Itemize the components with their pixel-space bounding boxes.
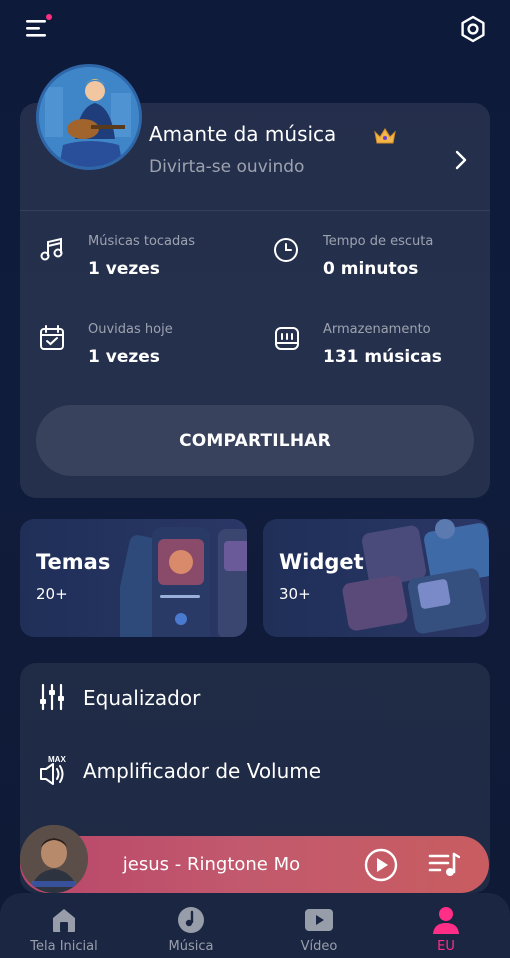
nav-label: EU (437, 939, 455, 954)
promo-count: 30+ (279, 585, 311, 603)
widget-card[interactable]: Widget 30+ (263, 519, 489, 637)
stat-value: 131 músicas (323, 347, 442, 367)
volume-amplifier-row[interactable]: MAX Amplificador de Volume (20, 751, 490, 791)
stat-label: Ouvidas hoje (88, 322, 173, 337)
equalizer-icon (40, 683, 64, 711)
track-title: e jesus - Ringtone Mo (118, 854, 301, 875)
stat-songs-played: Músicas tocadas 1 vezes (38, 234, 248, 284)
music-note-icon (40, 237, 63, 261)
promo-title: Widget (279, 550, 364, 574)
play-icon[interactable] (364, 848, 398, 882)
themes-card[interactable]: Temas 20+ (20, 519, 247, 637)
promo-title: Temas (36, 550, 111, 574)
volume-amplifier-label: Amplificador de Volume (83, 759, 322, 783)
stat-value: 0 minutos (323, 259, 419, 279)
storage-icon (275, 327, 299, 350)
top-bar (0, 0, 510, 60)
notification-dot (46, 14, 52, 20)
stat-value: 1 vezes (88, 259, 160, 279)
person-icon (433, 907, 459, 934)
disc-icon (178, 907, 204, 933)
widget-preview-image (342, 519, 489, 634)
stat-label: Músicas tocadas (88, 234, 196, 249)
equalizer-row[interactable]: Equalizador (20, 678, 490, 718)
bottom-navigation: Tela Inicial Música Vídeo EU (0, 893, 510, 958)
themes-preview-image (120, 527, 247, 637)
stat-value: 1 vezes (88, 347, 160, 367)
crown-icon (374, 128, 396, 144)
stat-label: Tempo de escuta (323, 234, 434, 249)
mini-player[interactable]: e jesus - Ringtone Mo (20, 825, 489, 893)
clock-icon (274, 238, 298, 262)
profile-name: Amante da música (149, 122, 337, 146)
track-title-marquee: e jesus - Ringtone Mo (118, 836, 338, 893)
settings-hexagon-icon (461, 15, 485, 43)
settings-button[interactable] (458, 14, 488, 44)
nav-label: Música (168, 939, 214, 954)
nav-home[interactable]: Tela Inicial (9, 893, 119, 958)
volume-max-icon: MAX (40, 755, 66, 785)
playlist-queue-icon[interactable] (428, 852, 460, 878)
share-button[interactable]: COMPARTILHAR (36, 405, 474, 476)
nav-label: Tela Inicial (30, 939, 98, 954)
track-thumbnail[interactable] (20, 825, 88, 893)
nav-me[interactable]: EU (391, 893, 501, 958)
avatar[interactable] (36, 64, 142, 170)
nav-video[interactable]: Vídeo (264, 893, 374, 958)
home-icon (53, 909, 75, 932)
calendar-check-icon (40, 325, 64, 350)
stat-label: Armazenamento (323, 322, 431, 337)
chevron-right-icon[interactable] (452, 148, 470, 172)
profile-subtitle: Divirta-se ouvindo (149, 157, 305, 177)
guitarist-illustration-icon (39, 67, 139, 167)
max-badge: MAX (48, 755, 66, 764)
menu-button[interactable] (24, 14, 54, 42)
nav-music[interactable]: Música (136, 893, 246, 958)
track-cover-image (20, 825, 88, 893)
stat-storage: Armazenamento 131 músicas (273, 322, 483, 372)
divider (20, 210, 490, 211)
stat-played-today: Ouvidas hoje 1 vezes (38, 322, 248, 372)
video-icon (305, 909, 333, 931)
stat-listening-time: Tempo de escuta 0 minutos (273, 234, 483, 284)
promo-count: 20+ (36, 585, 68, 603)
nav-label: Vídeo (300, 939, 338, 954)
equalizer-label: Equalizador (83, 686, 201, 710)
